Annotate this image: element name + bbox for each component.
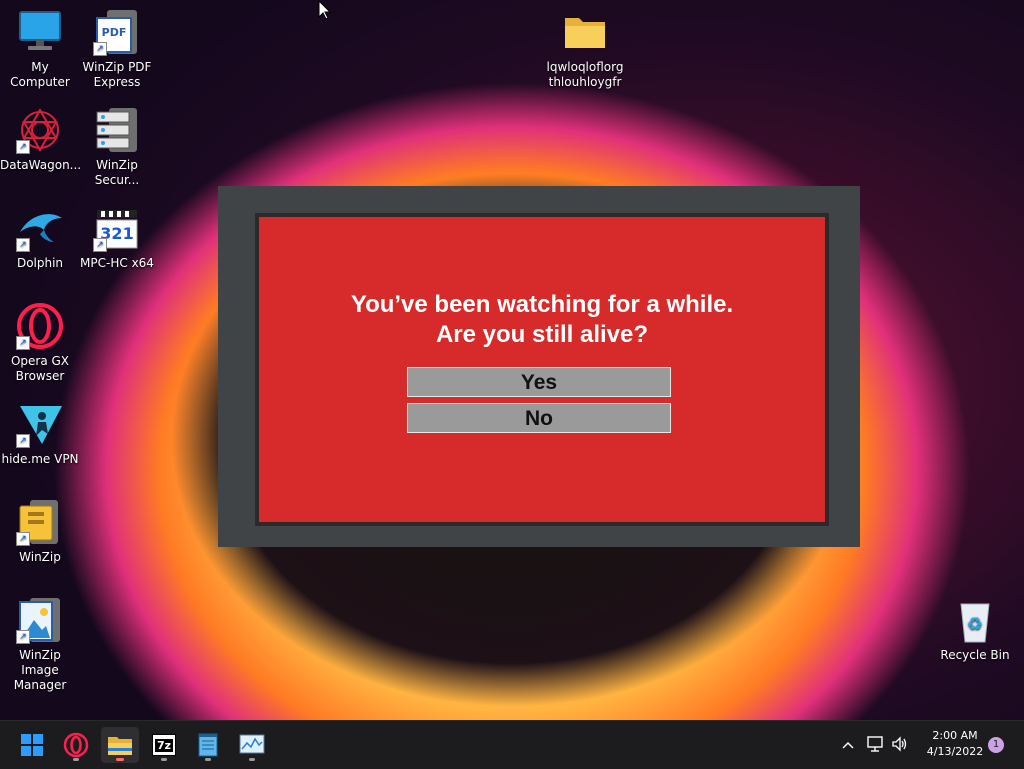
desktop-icon-my-computer[interactable]: My Computer — [0, 8, 80, 90]
start-button[interactable] — [13, 727, 51, 763]
windows-start-icon — [21, 734, 43, 756]
shortcut-arrow-icon: ↗ — [16, 434, 30, 448]
desktop-icon-label: hide.me VPN — [1, 452, 79, 466]
taskbar-opera-gx[interactable] — [57, 727, 95, 763]
shortcut-arrow-icon: ↗ — [16, 238, 30, 252]
taskbar-file-explorer[interactable] — [101, 727, 139, 763]
desktop-icon-hide-me-vpn[interactable]: ↗ hide.me VPN — [0, 400, 80, 467]
winzip-secure-icon — [93, 106, 141, 154]
desktop-icon-winzip-secure[interactable]: WinZip Secur... — [77, 106, 157, 188]
datawagon-icon: ↗ — [16, 106, 64, 154]
desktop-icon-label: My Computer — [10, 60, 70, 89]
dialog-message-line1: You’ve been watching for a while. — [350, 291, 734, 318]
desktop-icon-label: WinZip Secur... — [94, 158, 140, 187]
desktop-icon-label: lqwloqloflorg thlouhloygfr — [546, 60, 624, 89]
shortcut-arrow-icon: ↗ — [16, 532, 30, 546]
volume-icon[interactable] — [891, 735, 909, 757]
running-indicator — [73, 758, 79, 761]
winzip-pdf-icon: PDF ↗ — [93, 8, 141, 56]
running-indicator — [249, 758, 255, 761]
desktop-icon-recycle-bin[interactable]: ♻ Recycle Bin — [935, 596, 1015, 663]
desktop-icon-label: WinZip Image Manager — [13, 648, 67, 692]
running-indicator — [205, 758, 211, 761]
show-hidden-icons-chevron-icon[interactable] — [840, 735, 856, 755]
desktop-icon-label: Recycle Bin — [940, 648, 1010, 662]
desktop-icon-folder[interactable]: lqwloqloflorg thlouhloygfr — [545, 8, 625, 90]
winzip-icon: ↗ — [16, 498, 64, 546]
folder-icon — [561, 8, 609, 56]
notification-count: 1 — [992, 739, 1000, 750]
winzip-image-manager-icon: ↗ — [16, 596, 64, 644]
still-alive-dialog: You’ve been watching for a while. Are yo… — [218, 186, 860, 547]
7zip-icon: 7z — [152, 734, 176, 756]
shortcut-arrow-icon: ↗ — [16, 630, 30, 644]
taskbar-notepad[interactable] — [189, 727, 227, 763]
no-button[interactable]: No — [407, 403, 671, 433]
network-icon[interactable] — [866, 735, 884, 757]
desktop-icon-dolphin[interactable]: ↗ Dolphin — [0, 204, 80, 271]
dialog-panel: You’ve been watching for a while. Are yo… — [255, 213, 829, 526]
mpc-hc-icon: 321 ↗ — [93, 204, 141, 252]
clock-date: 4/13/2022 — [926, 745, 984, 758]
desktop-icon-winzip-image-manager[interactable]: ↗ WinZip Image Manager — [0, 596, 80, 693]
notification-badge[interactable]: 1 — [988, 737, 1004, 753]
desktop-icon-mpc-hc[interactable]: 321 ↗ MPC-HC x64 — [77, 204, 157, 271]
opera-gx-icon: ↗ — [16, 302, 64, 350]
file-explorer-icon — [108, 737, 132, 755]
notepad-icon — [198, 733, 218, 757]
taskbar-7zip[interactable]: 7z — [145, 727, 183, 763]
pdf-badge-text: PDF — [101, 26, 127, 39]
taskbar: 7z 2:00 AM 4/13/2022 1 — [0, 720, 1024, 769]
running-indicator — [161, 758, 167, 761]
opera-gx-icon — [63, 732, 89, 758]
svg-text:♻: ♻ — [967, 614, 983, 635]
recycle-bin-icon: ♻ — [951, 596, 999, 644]
dialog-message-line2: Are you still alive? — [435, 321, 649, 348]
running-indicator — [116, 758, 124, 761]
desktop-icon-winzip[interactable]: ↗ WinZip — [0, 498, 80, 565]
resource-monitor-icon — [239, 734, 265, 754]
desktop-icon-label: Opera GX Browser — [10, 354, 70, 383]
mouse-cursor-icon — [318, 0, 332, 24]
clock[interactable]: 2:00 AM 4/13/2022 — [920, 729, 990, 761]
desktop-icon-label: MPC-HC x64 — [80, 256, 154, 270]
yes-button[interactable]: Yes — [407, 367, 671, 397]
desktop-icon-winzip-pdf-express[interactable]: PDF ↗ WinZip PDF Express — [77, 8, 157, 90]
desktop-icon-label: Dolphin — [16, 256, 64, 270]
desktop-icon-opera-gx[interactable]: ↗ Opera GX Browser — [0, 302, 80, 384]
taskbar-resource-monitor[interactable] — [233, 727, 271, 763]
7zip-badge-text: 7z — [154, 738, 174, 752]
clock-time: 2:00 AM — [932, 729, 978, 742]
desktop-icon-label: WinZip — [19, 550, 61, 564]
dolphin-icon: ↗ — [16, 204, 64, 252]
desktop-icon-label: DataWagon... — [0, 158, 82, 172]
monitor-icon — [16, 8, 64, 56]
desktop-icon-label: WinZip PDF Express — [82, 60, 152, 89]
shortcut-arrow-icon: ↗ — [93, 42, 107, 56]
desktop-icon-datawagon[interactable]: ↗ DataWagon... — [0, 106, 82, 173]
hide-me-vpn-icon: ↗ — [16, 400, 64, 448]
shortcut-arrow-icon: ↗ — [16, 336, 30, 350]
shortcut-arrow-icon: ↗ — [16, 140, 30, 154]
shortcut-arrow-icon: ↗ — [93, 238, 107, 252]
